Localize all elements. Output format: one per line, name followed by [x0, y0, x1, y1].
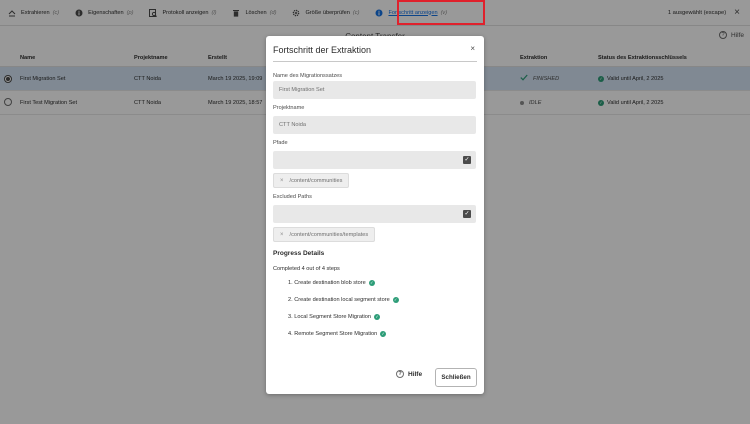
progress-step: 4. Remote Segment Store Migration ✓: [288, 331, 387, 337]
step-text: 1. Create destination blob store: [288, 280, 366, 286]
remove-tag-icon: ×: [280, 177, 284, 184]
migration-set-field: First Migration Set: [273, 81, 476, 99]
progress-details-title: Progress Details: [273, 250, 325, 257]
paths-tag-text: /content/communities: [289, 177, 343, 184]
dialog-help-label: Hilfe: [408, 370, 423, 378]
paths-field: ✓: [273, 151, 476, 169]
excluded-paths-tag: × /content/communities/templates: [273, 227, 376, 242]
dialog-title: Fortschritt der Extraktion: [273, 45, 372, 55]
excluded-paths-field: ✓: [273, 205, 476, 223]
project-field: CTT Noida: [273, 116, 476, 134]
success-icon: ✓: [374, 314, 381, 320]
excluded-paths-tag-text: /content/communities/templates: [289, 231, 369, 238]
highlight-box: [397, 0, 485, 25]
dialog-close-icon[interactable]: ×: [470, 44, 475, 53]
success-icon: ✓: [368, 280, 375, 286]
success-icon: ✓: [380, 331, 387, 337]
excluded-paths-label: Excluded Paths: [273, 194, 312, 200]
paths-tag: × /content/communities: [273, 173, 350, 188]
close-dialog-button[interactable]: Schließen: [435, 368, 477, 387]
paths-label: Pfade: [273, 140, 288, 146]
step-text: 4. Remote Segment Store Migration: [288, 331, 378, 337]
step-text: 3. Local Segment Store Migration: [288, 314, 372, 320]
checkbox-icon: ✓: [463, 210, 471, 218]
migration-set-label: Name des Migrationssatzes: [273, 73, 343, 79]
progress-summary: Completed 4 out of 4 steps: [273, 266, 340, 272]
dialog-divider: [273, 61, 477, 62]
extraction-progress-dialog: Fortschritt der Extraktion × Name des Mi…: [266, 36, 484, 394]
remove-tag-icon: ×: [280, 231, 284, 238]
step-text: 2. Create destination local segment stor…: [288, 297, 390, 303]
project-label: Projektname: [273, 105, 305, 111]
success-icon: ✓: [392, 297, 399, 303]
help-icon: ?: [396, 370, 404, 378]
progress-step: 2. Create destination local segment stor…: [288, 297, 399, 303]
progress-step: 1. Create destination blob store ✓: [288, 280, 375, 286]
checkbox-icon: ✓: [463, 156, 471, 164]
progress-step: 3. Local Segment Store Migration ✓: [288, 314, 381, 320]
dialog-help-link[interactable]: ? Hilfe: [396, 370, 422, 378]
